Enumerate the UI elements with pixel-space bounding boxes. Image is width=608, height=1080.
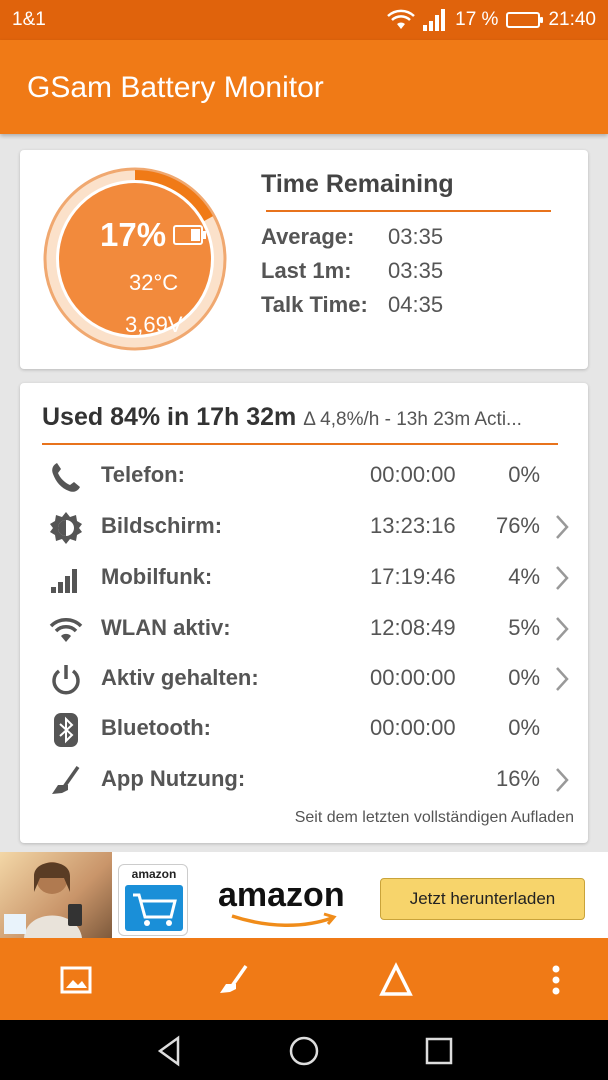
usage-row-name: Mobilfunk: (101, 564, 213, 589)
ad-brand-logo: amazon (218, 876, 345, 914)
chevron-right-icon[interactable] (552, 614, 572, 644)
battery-percent-status: 17 % (455, 9, 499, 30)
usage-title-subtitle: Δ 4,8%/h - 13h 23m Acti... (303, 409, 522, 430)
usage-row-wlan[interactable]: WLAN aktiv: 12:08:49 5% (20, 604, 588, 654)
clock: 21:40 (548, 9, 596, 30)
ad-logo-text: amazon (131, 867, 177, 881)
overflow-menu-icon[interactable] (536, 960, 576, 1000)
usage-title[interactable]: Used 84% in 17h 32m Δ 4,8%/h - 13h 23m A… (42, 403, 576, 432)
usage-row-name: Aktiv gehalten: (101, 665, 259, 690)
time-remaining-label: Talk Time: (261, 292, 368, 317)
cell-signal-icon (51, 569, 77, 593)
shopping-cart-icon (125, 885, 183, 931)
usage-row-percent: 0% (508, 462, 540, 487)
signal-status-icon (423, 9, 446, 31)
battery-icon (173, 225, 206, 245)
usage-row-telefon[interactable]: Telefon: 00:00:00 0% (20, 451, 588, 501)
usage-row-name: Bluetooth: (101, 715, 211, 740)
usage-row-time: 00:00:00 (370, 715, 456, 740)
amazon-smile-icon (231, 912, 337, 927)
usage-row-name: WLAN aktiv: (101, 615, 231, 640)
usage-title-main: Used 84% in 17h 32m (42, 403, 297, 431)
time-remaining-divider (266, 210, 551, 212)
battery-voltage: 3,69V (125, 312, 183, 337)
usage-row-time: 17:19:46 (370, 564, 456, 589)
usage-row-percent: 16% (495, 766, 540, 791)
back-icon[interactable] (152, 1034, 186, 1068)
usage-row-bluetooth[interactable]: Bluetooth: 00:00:00 0% (20, 704, 588, 754)
battery-summary-card[interactable]: 17% 32°C 3,69V Time Remaining Average: 0… (20, 150, 588, 369)
usage-row-mobilfunk[interactable]: Mobilfunk: 17:19:46 4% (20, 553, 588, 603)
usage-row-percent: 76% (495, 513, 540, 538)
usage-row-app-nutzung[interactable]: App Nutzung: 16% (20, 755, 588, 805)
system-nav-bar (0, 1020, 608, 1080)
usage-row-time: 00:00:00 (370, 665, 456, 690)
recents-icon[interactable] (422, 1034, 456, 1068)
time-remaining-title: Time Remaining (261, 170, 454, 198)
usage-row-name: App Nutzung: (101, 766, 246, 791)
time-remaining-label: Last 1m: (261, 258, 352, 283)
time-remaining-value: 03:35 (388, 258, 444, 283)
chevron-right-icon[interactable] (552, 664, 572, 694)
app-title: GSam Battery Monitor (27, 71, 324, 104)
delta-icon[interactable] (376, 960, 416, 1000)
bottom-app-bar (0, 938, 608, 1020)
time-remaining-value: 03:35 (388, 224, 444, 249)
usage-row-percent: 4% (508, 564, 540, 589)
battery-temperature: 32°C (129, 270, 179, 295)
home-icon[interactable] (287, 1034, 321, 1068)
ad-banner[interactable]: amazon amazon Jetzt herunterladen (0, 852, 608, 938)
usage-divider (42, 443, 558, 445)
usage-card: Used 84% in 17h 32m Δ 4,8%/h - 13h 23m A… (20, 383, 588, 843)
app-usage-icon[interactable] (214, 960, 254, 1000)
image-icon[interactable] (56, 960, 96, 1000)
chevron-right-icon[interactable] (552, 563, 572, 593)
usage-row-time: 00:00:00 (370, 462, 456, 487)
screen-brightness-icon (50, 512, 82, 544)
battery-percent: 17% (100, 216, 167, 253)
usage-row-name: Telefon: (101, 462, 185, 487)
wifi-status-icon (387, 9, 415, 29)
usage-row-percent: 0% (508, 715, 540, 740)
usage-row-time: 13:23:16 (370, 513, 456, 538)
usage-row-bildschirm[interactable]: Bildschirm: 13:23:16 76% (20, 502, 588, 552)
app-bar: GSam Battery Monitor (0, 40, 608, 134)
battery-gauge: 17% 32°C 3,69V (42, 166, 228, 352)
ad-download-button[interactable]: Jetzt herunterladen (380, 878, 585, 920)
adchoices-icon[interactable] (4, 914, 26, 934)
phone-icon (52, 463, 80, 492)
chevron-right-icon[interactable] (552, 765, 572, 795)
wifi-icon (49, 618, 83, 642)
time-remaining-label: Average: (261, 224, 355, 249)
chevron-right-icon[interactable] (552, 512, 572, 542)
battery-status-icon (506, 12, 544, 28)
usage-row-name: Bildschirm: (101, 513, 223, 538)
power-icon (52, 665, 80, 695)
usage-row-percent: 0% (508, 665, 540, 690)
bluetooth-icon (54, 713, 78, 747)
time-remaining-value: 04:35 (388, 292, 444, 317)
usage-row-percent: 5% (508, 615, 540, 640)
usage-footnote: Seit dem letzten vollständigen Aufladen (294, 809, 574, 826)
carrier-name: 1&1 (12, 9, 46, 30)
usage-row-aktiv-gehalten[interactable]: Aktiv gehalten: 00:00:00 0% (20, 654, 588, 704)
status-bar: 1&1 17 % 21:40 (0, 0, 608, 40)
ad-app-icon: amazon (118, 864, 188, 936)
ad-photo (0, 852, 112, 938)
app-usage-icon (52, 765, 80, 794)
usage-row-time: 12:08:49 (370, 615, 456, 640)
status-icons: 17 % 21:40 (387, 6, 596, 34)
